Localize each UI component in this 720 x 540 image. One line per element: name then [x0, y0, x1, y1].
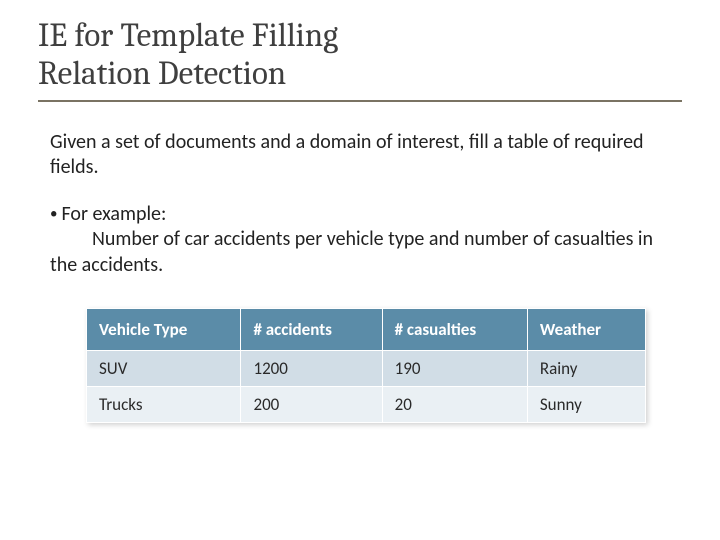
cell: 20: [382, 387, 527, 423]
cell: Sunny: [527, 387, 645, 423]
col-vehicle-type: Vehicle Type: [87, 309, 241, 351]
cell: 200: [241, 387, 382, 423]
bullet-lead: For example:: [61, 202, 166, 226]
slide-body: IE for Template Filling Relation Detecti…: [0, 0, 720, 423]
title-line-2: Relation Detection: [38, 55, 286, 93]
bullet-detail: Number of car accidents per vehicle type…: [50, 227, 653, 276]
table-row: Trucks 200 20 Sunny: [87, 387, 646, 423]
cell: Trucks: [87, 387, 241, 423]
col-accidents: # accidents: [241, 309, 382, 351]
data-table-wrap: Vehicle Type # accidents # casualties We…: [86, 308, 622, 423]
data-table: Vehicle Type # accidents # casualties We…: [86, 308, 646, 423]
slide-title: IE for Template Filling Relation Detecti…: [38, 18, 682, 102]
cell: Rainy: [527, 351, 645, 387]
example-block: •For example: Number of car accidents pe…: [50, 202, 662, 278]
cell: 190: [382, 351, 527, 387]
col-casualties: # casualties: [382, 309, 527, 351]
bullet-icon: •: [50, 205, 57, 223]
cell: 1200: [241, 351, 382, 387]
table-row: SUV 1200 190 Rainy: [87, 351, 646, 387]
cell: SUV: [87, 351, 241, 387]
title-line-1: IE for Template Filling: [38, 17, 338, 55]
col-weather: Weather: [527, 309, 645, 351]
intro-text: Given a set of documents and a domain of…: [50, 130, 662, 180]
table-header-row: Vehicle Type # accidents # casualties We…: [87, 309, 646, 351]
